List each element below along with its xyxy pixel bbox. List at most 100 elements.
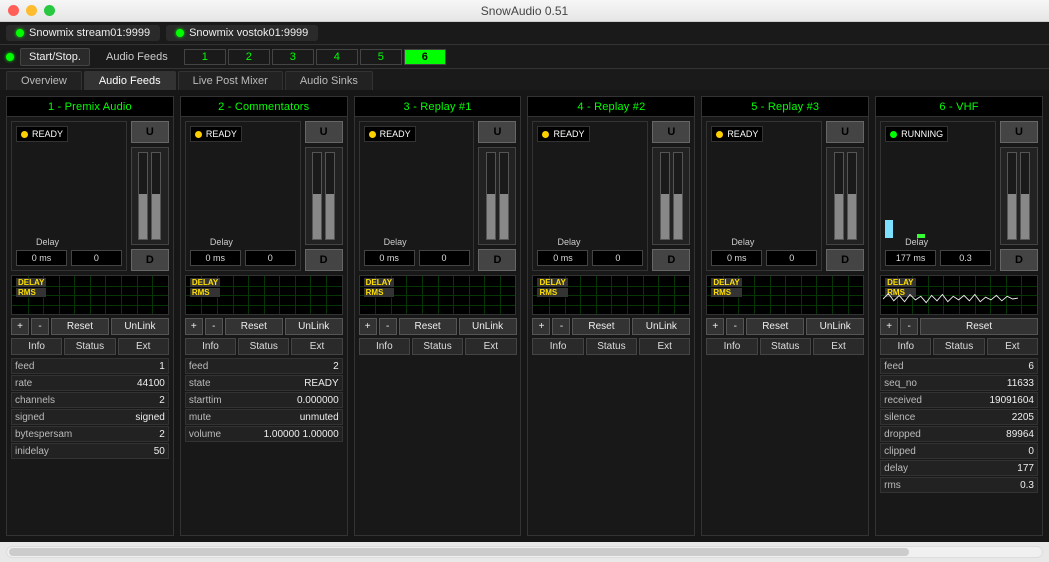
info-value: 0.3 <box>948 480 1034 491</box>
status-tab[interactable]: Status <box>933 338 984 355</box>
h-scrollbar[interactable] <box>6 546 1043 558</box>
channel-indicator[interactable]: 5 <box>360 49 402 65</box>
panel-title: 3 - Replay #1 <box>355 97 521 117</box>
reset-button[interactable]: Reset <box>746 318 804 335</box>
channel-indicator[interactable]: 6 <box>404 49 446 65</box>
level-meters <box>826 147 864 245</box>
info-value: signed <box>79 412 165 423</box>
info-row: feed2 <box>185 358 343 374</box>
u-button[interactable]: U <box>305 121 343 143</box>
channel-indicator[interactable]: 1 <box>184 49 226 65</box>
u-button[interactable]: U <box>131 121 169 143</box>
status-tab[interactable]: Status <box>238 338 289 355</box>
vu-peak-icon <box>917 234 925 238</box>
vu-peak-icon <box>885 220 893 238</box>
plus-button[interactable]: + <box>706 318 724 335</box>
d-button[interactable]: D <box>1000 249 1038 271</box>
status-tab[interactable]: Status <box>760 338 811 355</box>
info-table <box>528 358 694 362</box>
delay-value: 0.3 <box>940 250 991 266</box>
d-button[interactable]: D <box>131 249 169 271</box>
info-tab[interactable]: Info <box>706 338 757 355</box>
info-tab[interactable]: Info <box>532 338 583 355</box>
ext-tab[interactable]: Ext <box>291 338 342 355</box>
info-tab[interactable]: Info <box>880 338 931 355</box>
level-meters <box>478 147 516 245</box>
channel-indicator[interactable]: 3 <box>272 49 314 65</box>
graph-rms-label: RMS <box>190 288 220 297</box>
delay-label: Delay <box>36 237 122 247</box>
ext-tab[interactable]: Ext <box>987 338 1038 355</box>
plus-button[interactable]: + <box>359 318 377 335</box>
plus-button[interactable]: + <box>11 318 29 335</box>
info-row: rms0.3 <box>880 477 1038 493</box>
tab-live-post-mixer[interactable]: Live Post Mixer <box>178 71 283 90</box>
status-text: READY <box>380 129 411 139</box>
ext-tab[interactable]: Ext <box>118 338 169 355</box>
start-stop-button[interactable]: Start/Stop. <box>20 48 90 66</box>
d-button[interactable]: D <box>305 249 343 271</box>
minus-button[interactable]: - <box>552 318 570 335</box>
info-value: 2205 <box>948 412 1034 423</box>
unlink-button[interactable]: UnLink <box>806 318 864 335</box>
u-button[interactable]: U <box>478 121 516 143</box>
status-tab[interactable]: Status <box>64 338 115 355</box>
unlink-button[interactable]: UnLink <box>285 318 343 335</box>
ext-tab[interactable]: Ext <box>813 338 864 355</box>
info-tab[interactable]: Info <box>185 338 236 355</box>
d-button[interactable]: D <box>478 249 516 271</box>
info-row: seq_no11633 <box>880 375 1038 391</box>
info-tab[interactable]: Info <box>359 338 410 355</box>
tab-overview[interactable]: Overview <box>6 71 82 90</box>
tab-audio-feeds[interactable]: Audio Feeds <box>84 71 176 90</box>
stream-tab[interactable]: Snowmix vostok01:9999 <box>166 25 318 41</box>
unlink-button[interactable]: UnLink <box>111 318 169 335</box>
info-key: seq_no <box>884 378 944 389</box>
reset-button[interactable]: Reset <box>51 318 109 335</box>
u-button[interactable]: U <box>652 121 690 143</box>
info-key: bytespersam <box>15 429 75 440</box>
minus-button[interactable]: - <box>379 318 397 335</box>
graph-delay-label: DELAY <box>364 278 394 287</box>
stream-name: Snowmix vostok01:9999 <box>189 27 308 39</box>
reset-button[interactable]: Reset <box>225 318 283 335</box>
d-button[interactable]: D <box>826 249 864 271</box>
plus-button[interactable]: + <box>185 318 203 335</box>
reset-button[interactable]: Reset <box>572 318 630 335</box>
ext-tab[interactable]: Ext <box>639 338 690 355</box>
d-button[interactable]: D <box>652 249 690 271</box>
minus-button[interactable]: - <box>31 318 49 335</box>
info-value: 2 <box>79 395 165 406</box>
panel-title: 5 - Replay #3 <box>702 97 868 117</box>
info-row: dropped89964 <box>880 426 1038 442</box>
minus-button[interactable]: - <box>900 318 918 335</box>
unlink-button[interactable]: UnLink <box>459 318 517 335</box>
info-key: feed <box>15 361 75 372</box>
status-tab[interactable]: Status <box>586 338 637 355</box>
u-button[interactable]: U <box>1000 121 1038 143</box>
ext-tab[interactable]: Ext <box>465 338 516 355</box>
status-text: READY <box>727 129 758 139</box>
info-key: volume <box>189 429 249 440</box>
info-row: received19091604 <box>880 392 1038 408</box>
info-value: 0 <box>948 446 1034 457</box>
minus-button[interactable]: - <box>205 318 223 335</box>
feed-panel: 4 - Replay #2 READY Delay 0 ms 0 U <box>527 96 695 536</box>
tab-audio-sinks[interactable]: Audio Sinks <box>285 71 373 90</box>
channel-indicator[interactable]: 2 <box>228 49 270 65</box>
info-key: channels <box>15 395 75 406</box>
status-led-icon <box>542 131 549 138</box>
plus-button[interactable]: + <box>532 318 550 335</box>
unlink-button[interactable]: UnLink <box>632 318 690 335</box>
feed-panel: 1 - Premix Audio READY Delay 0 ms 0 U <box>6 96 174 536</box>
reset-button[interactable]: Reset <box>920 318 1038 335</box>
audio-feeds-label[interactable]: Audio Feeds <box>96 51 178 63</box>
channel-indicator[interactable]: 4 <box>316 49 358 65</box>
minus-button[interactable]: - <box>726 318 744 335</box>
u-button[interactable]: U <box>826 121 864 143</box>
stream-tab[interactable]: Snowmix stream01:9999 <box>6 25 160 41</box>
reset-button[interactable]: Reset <box>399 318 457 335</box>
plus-button[interactable]: + <box>880 318 898 335</box>
status-tab[interactable]: Status <box>412 338 463 355</box>
info-tab[interactable]: Info <box>11 338 62 355</box>
